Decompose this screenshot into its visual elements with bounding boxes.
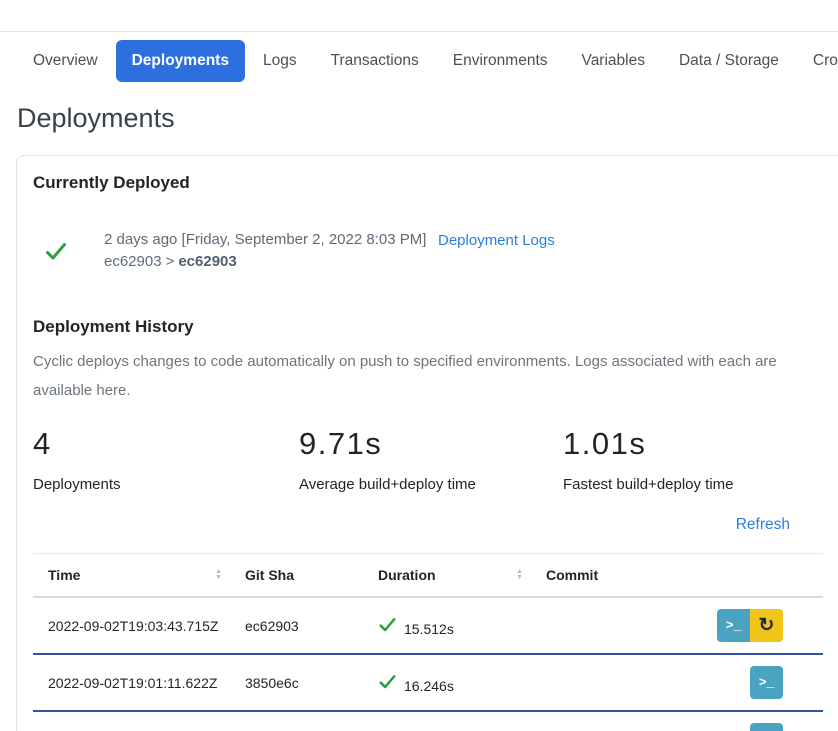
terminal-icon[interactable]: >_ bbox=[717, 609, 750, 642]
deployment-logs-link[interactable]: Deployment Logs bbox=[438, 232, 555, 249]
stat-average-time-value: 9.71s bbox=[299, 426, 563, 462]
tab-data-storage[interactable]: Data / Storage bbox=[663, 40, 795, 82]
stat-deployments-value: 4 bbox=[33, 426, 299, 462]
deployments-card: Currently Deployed 2 days ago [Friday, S… bbox=[16, 155, 838, 731]
stat-average-time: 9.71s Average build+deploy time bbox=[299, 426, 563, 493]
refresh-row: Refresh bbox=[33, 516, 790, 534]
column-header-duration[interactable]: Duration ▲▼ bbox=[363, 567, 531, 583]
column-header-time[interactable]: Time ▲▼ bbox=[33, 567, 230, 583]
sort-icon: ▲▼ bbox=[516, 569, 523, 581]
currently-deployed-heading: Currently Deployed bbox=[33, 173, 829, 193]
deployment-stats: 4 Deployments 9.71s Average build+deploy… bbox=[33, 426, 829, 493]
tab-transactions[interactable]: Transactions bbox=[315, 40, 435, 82]
sort-icon: ▲▼ bbox=[215, 569, 222, 581]
tab-variables[interactable]: Variables bbox=[566, 40, 661, 82]
deployment-history-description: Cyclic deploys changes to code automatic… bbox=[33, 347, 825, 405]
stat-fastest-time-label: Fastest build+deploy time bbox=[563, 476, 829, 493]
check-icon bbox=[44, 239, 70, 263]
stat-fastest-time: 1.01s Fastest build+deploy time bbox=[563, 426, 829, 493]
check-icon bbox=[378, 672, 397, 691]
deployed-commit: ec62903>ec62903 bbox=[104, 251, 438, 273]
currently-deployed-row: 2 days ago [Friday, September 2, 2022 8:… bbox=[33, 229, 829, 273]
stat-fastest-time-value: 1.01s bbox=[563, 426, 829, 462]
cell-time: 2022-09-02T19:03:43.715Z bbox=[33, 618, 230, 634]
cell-duration: 16.246s bbox=[363, 672, 531, 694]
column-header-git-sha: Git Sha bbox=[230, 567, 363, 583]
table-row: 2022-09-02T19:03:43.715Z ec62903 15.512s… bbox=[33, 598, 823, 655]
tab-deployments[interactable]: Deployments bbox=[116, 40, 245, 82]
cell-actions: >_ ↻ bbox=[673, 609, 823, 642]
table-row: 2022-09-02T18:58:34.541Z bfce9b9 >_ bbox=[33, 712, 823, 731]
page-title: Deployments bbox=[17, 103, 838, 134]
column-header-commit: Commit bbox=[531, 567, 673, 583]
stat-average-time-label: Average build+deploy time bbox=[299, 476, 563, 493]
current-deployment-info: 2 days ago [Friday, September 2, 2022 8:… bbox=[104, 229, 438, 273]
tab-logs[interactable]: Logs bbox=[247, 40, 313, 82]
tab-environments[interactable]: Environments bbox=[437, 40, 564, 82]
table-row: 2022-09-02T19:01:11.622Z 3850e6c 16.246s… bbox=[33, 655, 823, 712]
deployments-table: Time ▲▼ Git Sha Duration ▲▼ Commit 2022-… bbox=[33, 553, 823, 731]
cell-actions: >_ bbox=[673, 723, 823, 731]
deployed-time: 2 days ago [Friday, September 2, 2022 8:… bbox=[104, 229, 438, 251]
app-tabs: Overview Deployments Logs Transactions E… bbox=[0, 32, 838, 82]
deployment-history-heading: Deployment History bbox=[33, 317, 829, 337]
refresh-link[interactable]: Refresh bbox=[736, 516, 790, 533]
cell-git-sha: 3850e6c bbox=[230, 675, 363, 691]
tab-crons[interactable]: Crons bbox=[797, 40, 838, 82]
cell-actions: >_ bbox=[673, 666, 823, 699]
redeploy-icon[interactable]: ↻ bbox=[750, 609, 783, 642]
page-header-divider bbox=[0, 0, 838, 32]
table-header-row: Time ▲▼ Git Sha Duration ▲▼ Commit bbox=[33, 554, 823, 598]
cell-time: 2022-09-02T19:01:11.622Z bbox=[33, 675, 230, 691]
stat-deployments-label: Deployments bbox=[33, 476, 299, 493]
cell-duration: 15.512s bbox=[363, 615, 531, 637]
check-icon bbox=[378, 615, 397, 634]
tab-overview[interactable]: Overview bbox=[17, 40, 114, 82]
terminal-icon[interactable]: >_ bbox=[750, 723, 783, 731]
cell-git-sha: ec62903 bbox=[230, 618, 363, 634]
terminal-icon[interactable]: >_ bbox=[750, 666, 783, 699]
stat-deployments: 4 Deployments bbox=[33, 426, 299, 493]
